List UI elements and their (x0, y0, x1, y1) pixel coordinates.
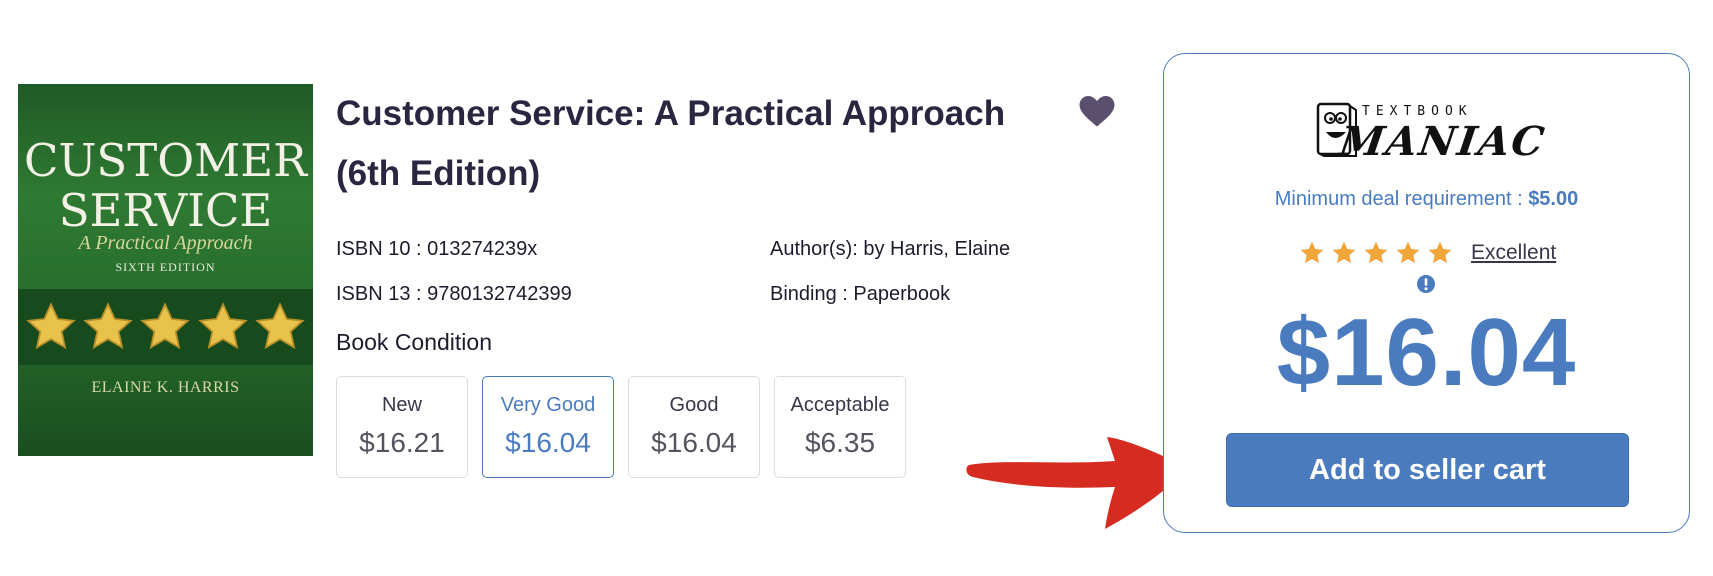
star-icon (1364, 241, 1388, 264)
add-to-seller-cart-button[interactable]: Add to seller cart (1226, 433, 1629, 507)
minimum-deal-requirement: Minimum deal requirement : $5.00 (1164, 188, 1689, 211)
cover-star-icon (83, 302, 133, 350)
seller-rating: Excellent (1299, 240, 1556, 266)
condition-name: Good (669, 394, 719, 416)
cover-subtitle: A Practical Approach (78, 232, 253, 254)
cover-star-band (18, 289, 313, 365)
logo-text-big: MANIAC (1336, 118, 1549, 165)
condition-name: Acceptable (790, 394, 890, 416)
condition-price: $16.21 (359, 427, 445, 458)
cover-star-icon (25, 302, 76, 350)
cover-star-icon (198, 302, 248, 350)
cover-author: ELAINE K. HARRIS (91, 379, 240, 396)
cover-star-icon (255, 302, 306, 350)
seller-price: $16.04 (1276, 299, 1577, 406)
heart-icon[interactable] (1079, 96, 1115, 128)
condition-name: New (381, 394, 422, 416)
red-arrow (966, 437, 1187, 529)
cover-title-line2: SERVICE (58, 184, 273, 237)
cover-star-icon (140, 302, 191, 350)
book-cover-image: CUSTOMER SERVICE A Practical Approach SI… (18, 84, 313, 456)
star-icon (1428, 241, 1452, 264)
cover-edition: SIXTH EDITION (115, 260, 216, 274)
textbook-maniac-logo: TEXTBOOK MANIAC (1306, 94, 1556, 176)
seller-panel: TEXTBOOK MANIAC Minimum deal requirement… (1163, 53, 1690, 533)
star-icon (1396, 241, 1420, 264)
rating-excellent-link[interactable]: Excellent (1471, 241, 1556, 265)
binding-text: Binding : Paperbook (770, 283, 951, 305)
star-icon (1332, 241, 1356, 264)
condition-name: Very Good (500, 394, 596, 416)
min-deal-label: Minimum deal requirement : (1274, 188, 1529, 210)
condition-price: $6.35 (804, 427, 876, 458)
cover-title: CUSTOMER SERVICE (18, 136, 313, 236)
star-icon (1300, 241, 1324, 264)
cover-title-line1: CUSTOMER (24, 134, 307, 187)
info-icon[interactable] (1416, 274, 1436, 294)
logo-text-small: TEXTBOOK (1362, 104, 1473, 119)
condition-price: $16.04 (651, 427, 737, 458)
book-condition-label: Book Condition (336, 329, 492, 355)
condition-option-good[interactable]: Good $16.04 (628, 376, 760, 478)
author-text: Author(s): by Harris, Elaine (770, 238, 1011, 260)
isbn13-text: ISBN 13 : 9780132742399 (336, 283, 572, 305)
condition-option-acceptable[interactable]: Acceptable $6.35 (774, 376, 906, 478)
condition-price: $16.04 (505, 427, 591, 458)
product-title: Customer Service: A Practical Approach (… (336, 94, 1006, 193)
condition-option-new[interactable]: New $16.21 (336, 376, 468, 478)
min-deal-value: $5.00 (1528, 188, 1579, 210)
isbn10-text: ISBN 10 : 013274239x (336, 238, 538, 260)
condition-option-very-good[interactable]: Very Good $16.04 (482, 376, 614, 478)
